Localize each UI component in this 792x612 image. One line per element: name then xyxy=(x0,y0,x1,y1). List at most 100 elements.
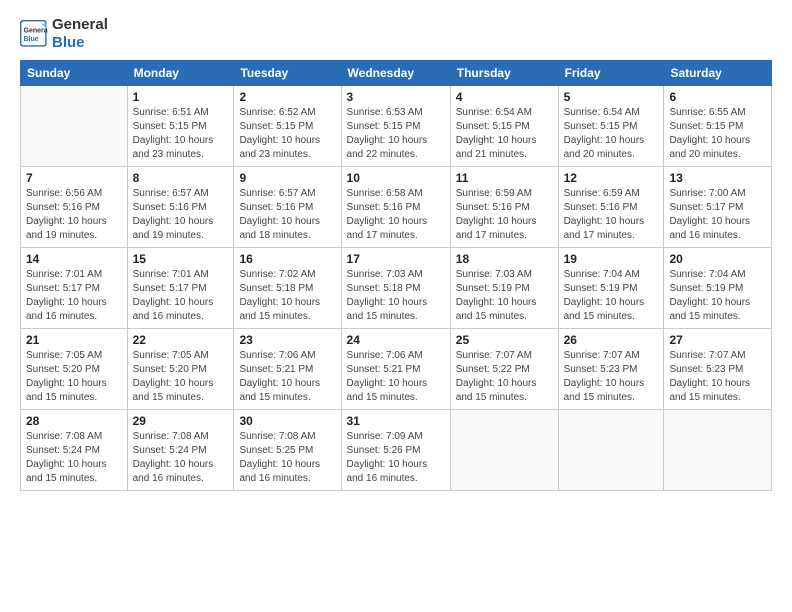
calendar-cell: 30 Sunrise: 7:08 AM Sunset: 5:25 PM Dayli… xyxy=(234,410,341,491)
day-info: Sunrise: 6:59 AM Sunset: 5:16 PM Dayligh… xyxy=(564,187,659,243)
calendar-cell: 1Sunrise: 6:51 AM Sunset: 5:15 PM Daylig… xyxy=(127,86,234,167)
calendar-cell: 27 Sunrise: 7:07 AM Sunset: 5:23 PM Dayli… xyxy=(664,329,772,410)
day-number: 26 xyxy=(564,333,659,347)
page: General Blue General Blue SundayMondayTu… xyxy=(0,0,792,501)
day-number: 25 xyxy=(456,333,553,347)
day-number: 11 xyxy=(456,171,553,185)
day-number: 29 xyxy=(133,414,229,428)
calendar: SundayMondayTuesdayWednesdayThursdayFrid… xyxy=(20,60,772,491)
calendar-cell: 18 Sunrise: 7:03 AM Sunset: 5:19 PM Dayli… xyxy=(450,248,558,329)
day-number: 8 xyxy=(133,171,229,185)
calendar-cell: 2Sunrise: 6:52 AM Sunset: 5:15 PM Daylig… xyxy=(234,86,341,167)
weekday-header-row: SundayMondayTuesdayWednesdayThursdayFrid… xyxy=(21,61,772,86)
calendar-cell: 12Sunrise: 6:59 AM Sunset: 5:16 PM Dayli… xyxy=(558,167,664,248)
calendar-cell: 5 Sunrise: 6:54 AM Sunset: 5:15 PM Daylig… xyxy=(558,86,664,167)
calendar-cell: 11 Sunrise: 6:59 AM Sunset: 5:16 PM Dayli… xyxy=(450,167,558,248)
day-number: 15 xyxy=(133,252,229,266)
day-info: Sunrise: 7:03 AM Sunset: 5:19 PM Dayligh… xyxy=(456,268,553,324)
day-info: Sunrise: 7:08 AM Sunset: 5:25 PM Dayligh… xyxy=(239,430,335,486)
day-info: Sunrise: 6:59 AM Sunset: 5:16 PM Dayligh… xyxy=(456,187,553,243)
day-info: Sunrise: 6:54 AM Sunset: 5:15 PM Dayligh… xyxy=(564,106,659,162)
day-info: Sunrise: 6:57 AM Sunset: 5:16 PM Dayligh… xyxy=(239,187,335,243)
calendar-cell: 14Sunrise: 7:01 AM Sunset: 5:17 PM Dayli… xyxy=(21,248,128,329)
day-info: Sunrise: 6:55 AM Sunset: 5:15 PM Dayligh… xyxy=(669,106,766,162)
week-row-2: 7Sunrise: 6:56 AM Sunset: 5:16 PM Daylig… xyxy=(21,167,772,248)
calendar-cell: 17 Sunrise: 7:03 AM Sunset: 5:18 PM Dayli… xyxy=(341,248,450,329)
calendar-cell xyxy=(664,410,772,491)
weekday-header-saturday: Saturday xyxy=(664,61,772,86)
calendar-cell: 28 Sunrise: 7:08 AM Sunset: 5:24 PM Dayli… xyxy=(21,410,128,491)
calendar-cell: 6 Sunrise: 6:55 AM Sunset: 5:15 PM Daylig… xyxy=(664,86,772,167)
calendar-cell: 24Sunrise: 7:06 AM Sunset: 5:21 PM Dayli… xyxy=(341,329,450,410)
day-number: 28 xyxy=(26,414,122,428)
logo-text: General Blue xyxy=(52,16,108,52)
day-number: 27 xyxy=(669,333,766,347)
day-info: Sunrise: 7:05 AM Sunset: 5:20 PM Dayligh… xyxy=(26,349,122,405)
day-number: 21 xyxy=(26,333,122,347)
weekday-header-sunday: Sunday xyxy=(21,61,128,86)
day-number: 16 xyxy=(239,252,335,266)
day-info: Sunrise: 7:03 AM Sunset: 5:18 PM Dayligh… xyxy=(347,268,445,324)
day-number: 30 xyxy=(239,414,335,428)
calendar-cell xyxy=(558,410,664,491)
day-number: 22 xyxy=(133,333,229,347)
calendar-cell: 3 Sunrise: 6:53 AM Sunset: 5:15 PM Daylig… xyxy=(341,86,450,167)
day-number: 10 xyxy=(347,171,445,185)
day-number: 19 xyxy=(564,252,659,266)
calendar-cell: 4 Sunrise: 6:54 AM Sunset: 5:15 PM Daylig… xyxy=(450,86,558,167)
day-info: Sunrise: 7:02 AM Sunset: 5:18 PM Dayligh… xyxy=(239,268,335,324)
day-info: Sunrise: 6:58 AM Sunset: 5:16 PM Dayligh… xyxy=(347,187,445,243)
day-info: Sunrise: 7:07 AM Sunset: 5:23 PM Dayligh… xyxy=(564,349,659,405)
day-info: Sunrise: 7:09 AM Sunset: 5:26 PM Dayligh… xyxy=(347,430,445,486)
day-number: 13 xyxy=(669,171,766,185)
svg-text:Blue: Blue xyxy=(24,36,39,43)
day-number: 31 xyxy=(347,414,445,428)
logo-icon: General Blue xyxy=(20,20,48,48)
logo-area: General Blue General Blue xyxy=(20,16,108,52)
day-number: 6 xyxy=(669,90,766,104)
day-info: Sunrise: 7:06 AM Sunset: 5:21 PM Dayligh… xyxy=(239,349,335,405)
header: General Blue General Blue xyxy=(20,16,772,52)
calendar-cell: 31 Sunrise: 7:09 AM Sunset: 5:26 PM Dayli… xyxy=(341,410,450,491)
weekday-header-tuesday: Tuesday xyxy=(234,61,341,86)
day-number: 4 xyxy=(456,90,553,104)
calendar-cell: 19 Sunrise: 7:04 AM Sunset: 5:19 PM Dayli… xyxy=(558,248,664,329)
svg-text:General: General xyxy=(24,28,49,35)
weekday-header-friday: Friday xyxy=(558,61,664,86)
day-number: 17 xyxy=(347,252,445,266)
day-info: Sunrise: 7:07 AM Sunset: 5:22 PM Dayligh… xyxy=(456,349,553,405)
calendar-cell: 9 Sunrise: 6:57 AM Sunset: 5:16 PM Daylig… xyxy=(234,167,341,248)
calendar-cell: 29Sunrise: 7:08 AM Sunset: 5:24 PM Dayli… xyxy=(127,410,234,491)
calendar-cell: 25 Sunrise: 7:07 AM Sunset: 5:22 PM Dayli… xyxy=(450,329,558,410)
weekday-header-thursday: Thursday xyxy=(450,61,558,86)
week-row-5: 28 Sunrise: 7:08 AM Sunset: 5:24 PM Dayli… xyxy=(21,410,772,491)
day-number: 24 xyxy=(347,333,445,347)
day-number: 9 xyxy=(239,171,335,185)
day-number: 5 xyxy=(564,90,659,104)
day-info: Sunrise: 7:01 AM Sunset: 5:17 PM Dayligh… xyxy=(133,268,229,324)
day-number: 18 xyxy=(456,252,553,266)
day-info: Sunrise: 6:56 AM Sunset: 5:16 PM Dayligh… xyxy=(26,187,122,243)
day-number: 3 xyxy=(347,90,445,104)
calendar-cell: 15 Sunrise: 7:01 AM Sunset: 5:17 PM Dayli… xyxy=(127,248,234,329)
calendar-cell: 26 Sunrise: 7:07 AM Sunset: 5:23 PM Dayli… xyxy=(558,329,664,410)
day-info: Sunrise: 6:52 AM Sunset: 5:15 PM Dayligh… xyxy=(239,106,335,162)
day-info: Sunrise: 7:08 AM Sunset: 5:24 PM Dayligh… xyxy=(26,430,122,486)
weekday-header-wednesday: Wednesday xyxy=(341,61,450,86)
calendar-cell: 21 Sunrise: 7:05 AM Sunset: 5:20 PM Dayli… xyxy=(21,329,128,410)
calendar-cell: 22 Sunrise: 7:05 AM Sunset: 5:20 PM Dayli… xyxy=(127,329,234,410)
weekday-header-monday: Monday xyxy=(127,61,234,86)
day-number: 1 xyxy=(133,90,229,104)
week-row-4: 21 Sunrise: 7:05 AM Sunset: 5:20 PM Dayli… xyxy=(21,329,772,410)
day-info: Sunrise: 7:07 AM Sunset: 5:23 PM Dayligh… xyxy=(669,349,766,405)
calendar-cell xyxy=(21,86,128,167)
day-info: Sunrise: 7:04 AM Sunset: 5:19 PM Dayligh… xyxy=(564,268,659,324)
day-info: Sunrise: 6:54 AM Sunset: 5:15 PM Dayligh… xyxy=(456,106,553,162)
day-info: Sunrise: 7:05 AM Sunset: 5:20 PM Dayligh… xyxy=(133,349,229,405)
day-info: Sunrise: 7:04 AM Sunset: 5:19 PM Dayligh… xyxy=(669,268,766,324)
day-info: Sunrise: 6:53 AM Sunset: 5:15 PM Dayligh… xyxy=(347,106,445,162)
calendar-cell: 13Sunrise: 7:00 AM Sunset: 5:17 PM Dayli… xyxy=(664,167,772,248)
calendar-cell: 20Sunrise: 7:04 AM Sunset: 5:19 PM Dayli… xyxy=(664,248,772,329)
day-info: Sunrise: 7:01 AM Sunset: 5:17 PM Dayligh… xyxy=(26,268,122,324)
calendar-cell: 23Sunrise: 7:06 AM Sunset: 5:21 PM Dayli… xyxy=(234,329,341,410)
